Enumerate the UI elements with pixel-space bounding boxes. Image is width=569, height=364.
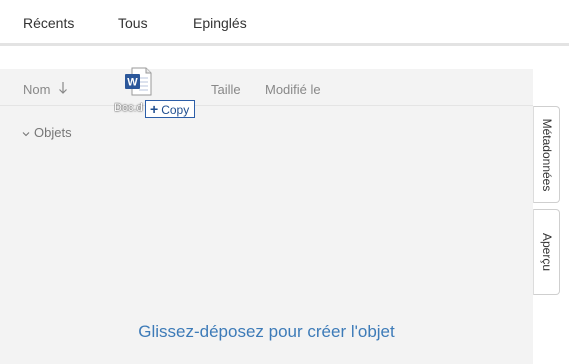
tab-pinned[interactable]: Epinglés [193,15,247,31]
plus-icon: + [150,101,159,117]
column-modified[interactable]: Modifié le [265,82,321,97]
tab-preview[interactable]: Aperçu [533,209,560,295]
svg-text:W: W [127,77,138,89]
dragged-file-name: Doc.d [114,102,143,114]
file-browser: Récents Tous Epinglés Nom Taille Modifié… [0,0,569,364]
word-document-icon: W [125,67,152,96]
column-header-row: Nom Taille Modifié le [0,69,533,106]
group-label: Objets [34,125,72,140]
tab-metadata-label: Métadonnées [539,118,554,191]
drop-zone-hint: Glissez-déposez pour créer l'objet [138,322,395,341]
chevron-down-icon [22,131,30,136]
tab-all[interactable]: Tous [118,15,148,31]
copy-drop-badge: + Copy [145,100,196,118]
group-objects[interactable]: Objets [22,125,72,140]
copy-label: Copy [161,103,190,117]
sort-arrow-down-icon[interactable] [58,81,68,95]
tab-recent[interactable]: Récents [23,15,74,31]
tab-metadata[interactable]: Métadonnées [533,106,560,203]
column-name[interactable]: Nom [23,82,50,97]
object-list-panel: Nom Taille Modifié le Objets Glissez-dép… [0,69,533,364]
view-tabs: Récents Tous Epinglés [0,0,569,46]
tab-preview-label: Aperçu [539,232,554,272]
column-size[interactable]: Taille [211,82,241,97]
